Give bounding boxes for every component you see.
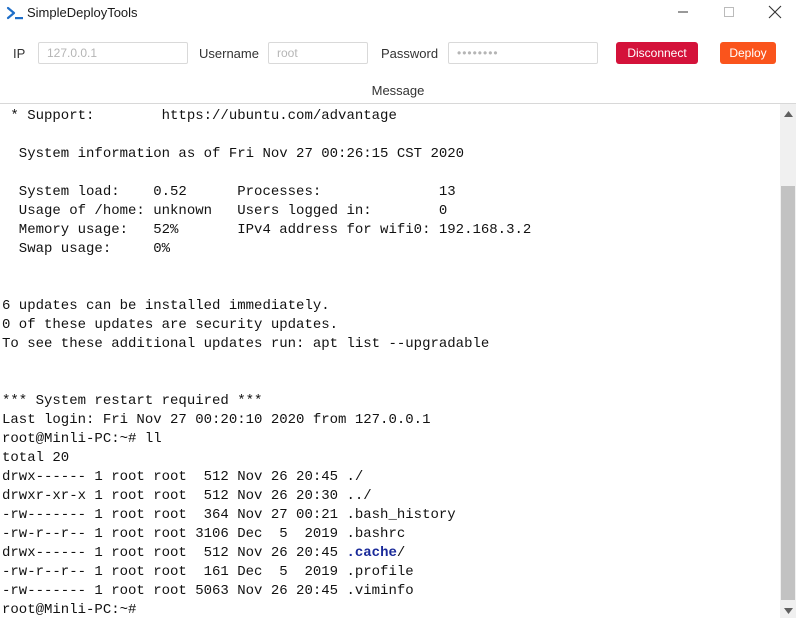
terminal-line-text: Last login: Fri Nov 27 00:20:10 2020 fro… [2,412,431,428]
directory-highlight: .cache [346,545,397,561]
terminal-line-text: drwx------ 1 root root 512 Nov 26 20:45 … [2,469,364,485]
terminal-output[interactable]: * Support: https://ubuntu.com/advantage … [0,104,780,618]
arrow-up-icon [783,104,793,122]
terminal-line-text: * Support: https://ubuntu.com/advantage [2,108,397,124]
username-input[interactable] [268,42,368,64]
terminal-line: 6 updates can be installed immediately. [2,297,330,316]
terminal-line: Usage of /home: unknown Users logged in:… [2,202,447,221]
terminal-line-text: 6 updates can be installed immediately. [2,298,330,314]
connection-toolbar: IP Username Password Disconnect Deploy [0,36,796,72]
terminal-line: * Support: https://ubuntu.com/advantage [2,107,397,126]
ip-input[interactable] [38,42,188,64]
close-icon [768,5,782,24]
title-bar: SimpleDeployTools [0,0,796,28]
terminal-line: Last login: Fri Nov 27 00:20:10 2020 fro… [2,411,430,430]
terminal-line: *** System restart required *** [2,392,262,411]
scrollbar-thumb[interactable] [781,186,795,600]
terminal-line: drwx------ 1 root root 512 Nov 26 20:45 … [2,544,405,563]
terminal-line: -rw-r--r-- 1 root root 161 Dec 5 2019 .p… [2,563,414,582]
terminal-line-text: -rw-r--r-- 1 root root 161 Dec 5 2019 .p… [2,564,414,580]
maximize-icon [723,5,735,23]
terminal-line: drwxr-xr-x 1 root root 512 Nov 26 20:30 … [2,487,372,506]
deploy-button[interactable]: Deploy [720,42,776,64]
password-label: Password [381,46,439,61]
message-label: Message [371,83,425,98]
terminal-line-text: -rw------- 1 root root 5063 Nov 26 20:45… [2,583,414,599]
terminal-line: System load: 0.52 Processes: 13 [2,183,456,202]
terminal-line: To see these additional updates run: apt… [2,335,489,354]
terminal-line-text: System information as of Fri Nov 27 00:2… [2,146,465,162]
terminal-line-text: -rw-r--r-- 1 root root 3106 Dec 5 2019 .… [2,526,406,542]
terminal-line-text: Memory usage: 52% IPv4 address for wifi0… [2,222,532,238]
terminal-line-text: root@Minli-PC:~# [2,602,137,618]
terminal-line-text: To see these additional updates run: apt… [2,336,490,352]
terminal-line-text: total 20 [2,450,70,466]
password-input[interactable] [448,42,598,64]
ip-label: IP [13,46,26,61]
terminal-line-text: -rw------- 1 root root 364 Nov 27 00:21 … [2,507,456,523]
close-button[interactable] [752,0,796,28]
terminal-line: System information as of Fri Nov 27 00:2… [2,145,464,164]
scroll-up-button[interactable] [780,104,796,121]
terminal-line-text: System load: 0.52 Processes: 13 [2,184,456,200]
terminal-line-text: Swap usage: 0% [2,241,171,257]
terminal-line: 0 of these updates are security updates. [2,316,338,335]
arrow-down-icon [783,601,793,619]
terminal-line: root@Minli-PC:~# [2,601,136,618]
terminal-line-text: root@Minli-PC:~# ll [2,431,162,447]
terminal-line-text: 0 of these updates are security updates. [2,317,339,333]
directory-suffix: / [396,545,406,561]
terminal-line: -rw------- 1 root root 5063 Nov 26 20:45… [2,582,414,601]
terminal-line-text: drwxr-xr-x 1 root root 512 Nov 26 20:30 … [2,488,372,504]
terminal-line: drwx------ 1 root root 512 Nov 26 20:45 … [2,468,363,487]
terminal-line: total 20 [2,449,69,468]
vertical-scrollbar[interactable] [780,104,796,618]
terminal-line: Swap usage: 0% [2,240,170,259]
window-title: SimpleDeployTools [27,5,138,20]
username-label: Username [199,46,259,61]
terminal-prompt-icon [6,4,24,22]
terminal-line-text: drwx------ 1 root root 512 Nov 26 20:45 [2,545,347,561]
disconnect-button[interactable]: Disconnect [616,42,698,64]
minimize-icon [677,5,689,23]
minimize-button[interactable] [660,0,706,28]
bottom-strip [0,618,796,628]
terminal-line-text: Usage of /home: unknown Users logged in:… [2,203,448,219]
maximize-button[interactable] [706,0,752,28]
terminal-line: -rw------- 1 root root 364 Nov 27 00:21 … [2,506,456,525]
terminal-line-text: *** System restart required *** [2,393,263,409]
scroll-down-button[interactable] [780,601,796,618]
terminal-line: -rw-r--r-- 1 root root 3106 Dec 5 2019 .… [2,525,405,544]
terminal-line: root@Minli-PC:~# ll [2,430,162,449]
terminal-line: Memory usage: 52% IPv4 address for wifi0… [2,221,532,240]
